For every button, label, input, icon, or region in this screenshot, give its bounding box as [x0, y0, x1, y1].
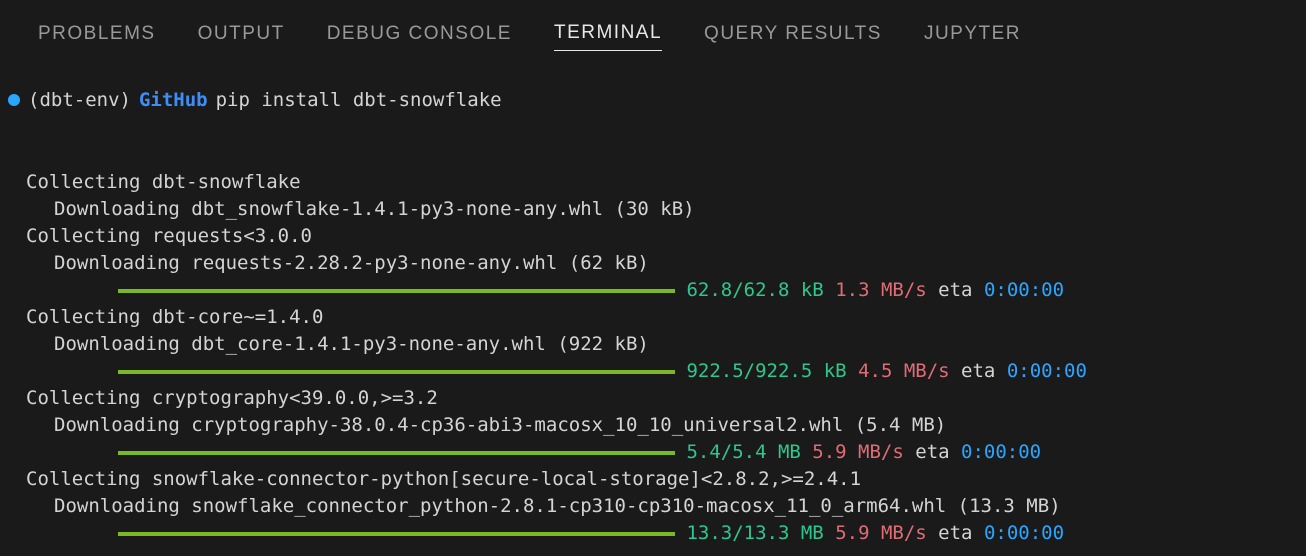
progress-speed: 4.5 MB/s — [858, 358, 950, 385]
eta-value: 0:00:00 — [961, 439, 1041, 466]
prompt-path: GitHub — [139, 89, 208, 111]
tab-terminal[interactable]: TERMINAL — [554, 22, 662, 51]
downloading-line: Downloading dbt_snowflake-1.4.1-py3-none… — [26, 196, 1306, 223]
status-dot-icon — [8, 94, 20, 106]
progress-speed: 5.9 MB/s — [812, 439, 904, 466]
collecting-line: Collecting snowflake-connector-python[se… — [26, 466, 1306, 493]
eta-label: eta — [938, 277, 972, 304]
eta-value: 0:00:00 — [1007, 358, 1087, 385]
progress-speed: 5.9 MB/s — [835, 520, 927, 547]
progress-row: 62.8/62.8 kB 1.3 MB/s eta 0:00:00 — [26, 277, 1306, 304]
collecting-line: Collecting dbt-core~=1.4.0 — [26, 304, 1306, 331]
collecting-line: Collecting requests<3.0.0 — [26, 223, 1306, 250]
progress-size: 62.8/62.8 kB — [686, 277, 823, 304]
collecting-line: Collecting dbt-snowflake — [26, 169, 1306, 196]
eta-label: eta — [915, 439, 949, 466]
downloading-line: Downloading requests-2.28.2-py3-none-any… — [26, 250, 1306, 277]
progress-size: 5.4/5.4 MB — [686, 439, 800, 466]
collecting-line: Collecting cryptography<39.0.0,>=3.2 — [26, 385, 1306, 412]
tab-problems[interactable]: PROBLEMS — [38, 23, 156, 51]
progress-size: 922.5/922.5 kB — [686, 358, 846, 385]
progress-bar — [118, 370, 675, 374]
eta-value: 0:00:00 — [984, 277, 1064, 304]
output-block: Collecting dbt-snowflake Downloading dbt… — [26, 169, 1306, 547]
progress-row: 922.5/922.5 kB 4.5 MB/s eta 0:00:00 — [26, 358, 1306, 385]
panel-tabs: PROBLEMS OUTPUT DEBUG CONSOLE TERMINAL Q… — [0, 0, 1306, 65]
tab-output[interactable]: OUTPUT — [198, 23, 285, 51]
progress-row: 5.4/5.4 MB 5.9 MB/s eta 0:00:00 — [26, 439, 1306, 466]
downloading-line: Downloading snowflake_connector_python-2… — [26, 493, 1306, 520]
terminal-output[interactable]: (dbt-env) GitHub pip install dbt-snowfla… — [0, 65, 1306, 547]
prompt-env: (dbt-env) — [28, 89, 131, 111]
eta-label: eta — [961, 358, 995, 385]
progress-speed: 1.3 MB/s — [835, 277, 927, 304]
downloading-line: Downloading cryptography-38.0.4-cp36-abi… — [26, 412, 1306, 439]
downloading-line: Downloading dbt_core-1.4.1-py3-none-any.… — [26, 331, 1306, 358]
progress-bar — [118, 289, 675, 293]
progress-bar — [118, 532, 675, 536]
eta-value: 0:00:00 — [984, 520, 1064, 547]
eta-label: eta — [938, 520, 972, 547]
prompt-command: pip install dbt-snowflake — [216, 89, 502, 111]
tab-debug-console[interactable]: DEBUG CONSOLE — [327, 23, 512, 51]
progress-row: 13.3/13.3 MB 5.9 MB/s eta 0:00:00 — [26, 520, 1306, 547]
tab-jupyter[interactable]: JUPYTER — [924, 23, 1021, 51]
progress-size: 13.3/13.3 MB — [686, 520, 823, 547]
progress-bar — [118, 451, 675, 455]
prompt-line: (dbt-env) GitHub pip install dbt-snowfla… — [8, 89, 1306, 111]
tab-query-results[interactable]: QUERY RESULTS — [704, 23, 882, 51]
